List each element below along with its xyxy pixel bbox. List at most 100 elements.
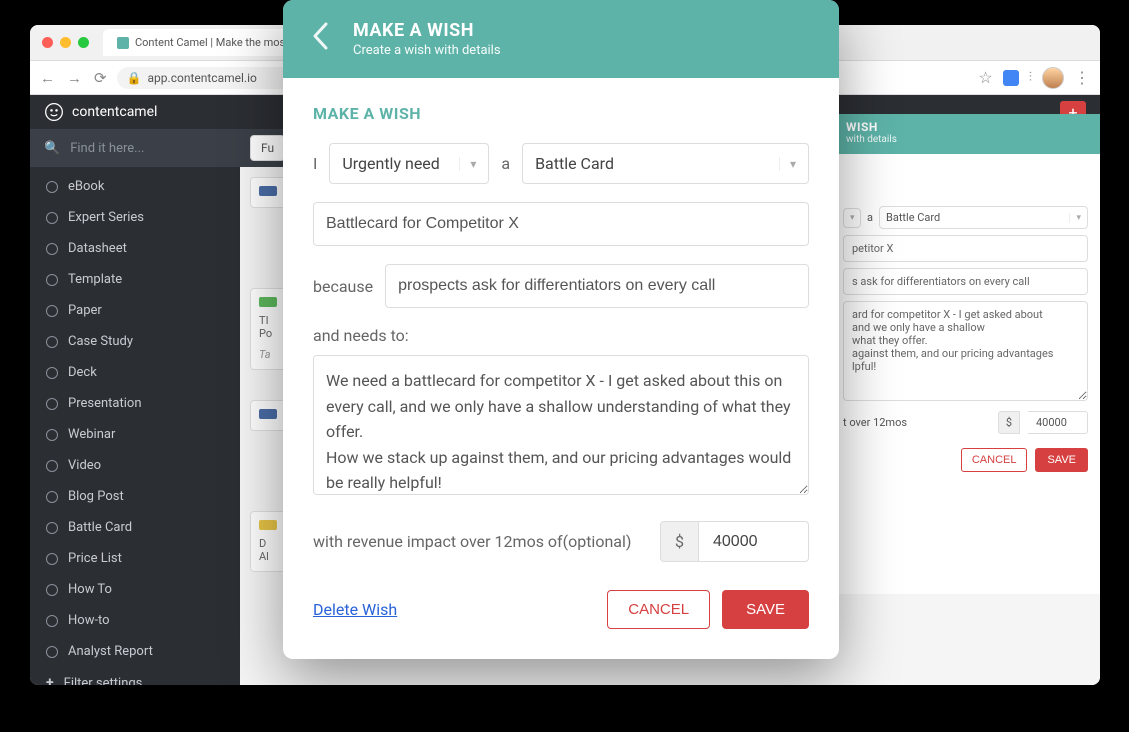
sidebar-item-template[interactable]: Template: [30, 264, 240, 295]
profile-avatar[interactable]: [1042, 67, 1064, 89]
sidebar-item-video[interactable]: Video: [30, 450, 240, 481]
bg-urgency-select[interactable]: ▾: [843, 208, 861, 228]
sidebar-item-label: Case Study: [68, 334, 133, 349]
sidebar-item-price-list[interactable]: Price List: [30, 543, 240, 574]
details-textarea[interactable]: [313, 355, 809, 495]
sidebar-item-paper[interactable]: Paper: [30, 295, 240, 326]
logo-text: contentcamel: [72, 104, 157, 120]
sidebar-item-label: Webinar: [68, 427, 115, 442]
lock-icon: 🔒: [127, 71, 142, 85]
bg-type-select[interactable]: Battle Card ▾: [879, 206, 1088, 229]
reason-input[interactable]: [385, 264, 809, 308]
radio-icon: [46, 615, 58, 627]
modal-header: MAKE A WISH Create a wish with details: [283, 0, 839, 78]
sidebar-item-battle-card[interactable]: Battle Card: [30, 512, 240, 543]
sidebar-item-ebook[interactable]: eBook: [30, 171, 240, 202]
sidebar-item-deck[interactable]: Deck: [30, 357, 240, 388]
chevron-down-icon: ▾: [850, 213, 855, 223]
extension-menu-icon[interactable]: ⫶: [1029, 70, 1032, 85]
bg-cancel-button[interactable]: CANCEL: [961, 448, 1028, 472]
chevron-down-icon: ▾: [779, 157, 796, 171]
extension-icon[interactable]: [1003, 70, 1019, 86]
content-type-value: Battle Card: [535, 154, 614, 173]
filter-settings-link[interactable]: + Filter settings...: [30, 667, 240, 685]
save-button[interactable]: SAVE: [722, 590, 809, 629]
radio-icon: [46, 522, 58, 534]
needs-label: and needs to:: [313, 326, 809, 345]
camel-logo-icon: [44, 102, 64, 122]
delete-wish-link[interactable]: Delete Wish: [313, 600, 397, 619]
content-type-select[interactable]: Battle Card ▾: [522, 143, 809, 184]
tab-title: Content Camel | Make the mos: [135, 36, 285, 49]
chevron-down-icon: ▾: [459, 157, 476, 171]
sidebar-item-label: How To: [68, 582, 112, 597]
radio-icon: [46, 646, 58, 658]
radio-icon: [46, 398, 58, 410]
radio-icon: [46, 367, 58, 379]
bg-revenue-label: t over 12mos: [843, 416, 990, 429]
bg-amount-input[interactable]: 40000: [1028, 411, 1088, 434]
sidebar-item-analyst-report[interactable]: Analyst Report: [30, 636, 240, 667]
radio-icon: [46, 336, 58, 348]
bg-modal-subtitle: with details: [846, 134, 1084, 145]
filter-settings-label: Filter settings...: [64, 676, 153, 686]
bg-title-field[interactable]: petitor X: [843, 235, 1088, 262]
wish-title-input[interactable]: [313, 202, 809, 246]
sidebar-item-expert-series[interactable]: Expert Series: [30, 202, 240, 233]
bg-reason-field[interactable]: s ask for differentiators on every call: [843, 268, 1088, 295]
sidebar-item-label: Template: [68, 272, 122, 287]
sidebar-item-case-study[interactable]: Case Study: [30, 326, 240, 357]
back-icon[interactable]: ←: [40, 69, 55, 87]
make-wish-modal: MAKE A WISH Create a wish with details M…: [283, 0, 839, 659]
sidebar-item-label: Analyst Report: [68, 644, 153, 659]
reload-icon[interactable]: ⟳: [94, 69, 107, 87]
urgency-select[interactable]: Urgently need ▾: [329, 143, 489, 184]
back-arrow-icon[interactable]: [311, 21, 329, 58]
sidebar-item-how-to[interactable]: How To: [30, 574, 240, 605]
bg-details-textarea[interactable]: ard for competitor X - I get asked about…: [843, 301, 1088, 401]
url-text: app.contentcamel.io: [148, 71, 257, 85]
sidebar-item-label: Datasheet: [68, 241, 127, 256]
cancel-button[interactable]: CANCEL: [607, 590, 710, 629]
sidebar-item-datasheet[interactable]: Datasheet: [30, 233, 240, 264]
urgency-value: Urgently need: [342, 154, 439, 173]
radio-icon: [46, 584, 58, 596]
sidebar-item-label: Presentation: [68, 396, 142, 411]
bg-save-button[interactable]: SAVE: [1035, 448, 1088, 472]
bg-type-value: Battle Card: [886, 211, 940, 224]
forward-icon[interactable]: →: [67, 69, 82, 87]
bg-currency-prefix: $: [998, 411, 1020, 434]
radio-icon: [46, 274, 58, 286]
card-type-badge: [259, 297, 277, 307]
browser-menu-icon[interactable]: ⋮: [1074, 68, 1090, 87]
sidebar-item-label: Blog Post: [68, 489, 124, 504]
modal-body: MAKE A WISH I Urgently need ▾ a Battle C…: [283, 78, 839, 659]
radio-icon: [46, 429, 58, 441]
maximize-window-icon[interactable]: [78, 37, 89, 48]
search-input[interactable]: 🔍 Find it here...: [30, 141, 240, 156]
radio-icon: [46, 243, 58, 255]
funnel-filter-button[interactable]: Fu: [250, 135, 285, 161]
word-i: I: [313, 154, 317, 173]
plus-icon: +: [46, 675, 54, 685]
card-type-badge: [259, 520, 277, 530]
close-window-icon[interactable]: [42, 37, 53, 48]
sidebar-item-how-to-2[interactable]: How-to: [30, 605, 240, 636]
bookmark-star-icon[interactable]: ☆: [978, 68, 992, 87]
bg-modal-body: ▾ a Battle Card▾ petitor X s ask for dif…: [830, 154, 1100, 594]
bg-modal-title: WISH: [846, 120, 1084, 134]
sidebar-item-webinar[interactable]: Webinar: [30, 419, 240, 450]
sidebar-item-label: Video: [68, 458, 101, 473]
sidebar-item-label: Battle Card: [68, 520, 132, 535]
window-controls: [42, 37, 89, 48]
favicon-icon: [117, 37, 129, 49]
minimize-window-icon[interactable]: [60, 37, 71, 48]
chevron-down-icon: ▾: [1069, 213, 1081, 223]
sidebar-item-label: Expert Series: [68, 210, 144, 225]
revenue-amount-input[interactable]: [699, 521, 809, 562]
sidebar-item-blog-post[interactable]: Blog Post: [30, 481, 240, 512]
radio-icon: [46, 305, 58, 317]
currency-prefix: $: [660, 521, 699, 562]
search-placeholder: Find it here...: [70, 141, 144, 156]
sidebar-item-presentation[interactable]: Presentation: [30, 388, 240, 419]
